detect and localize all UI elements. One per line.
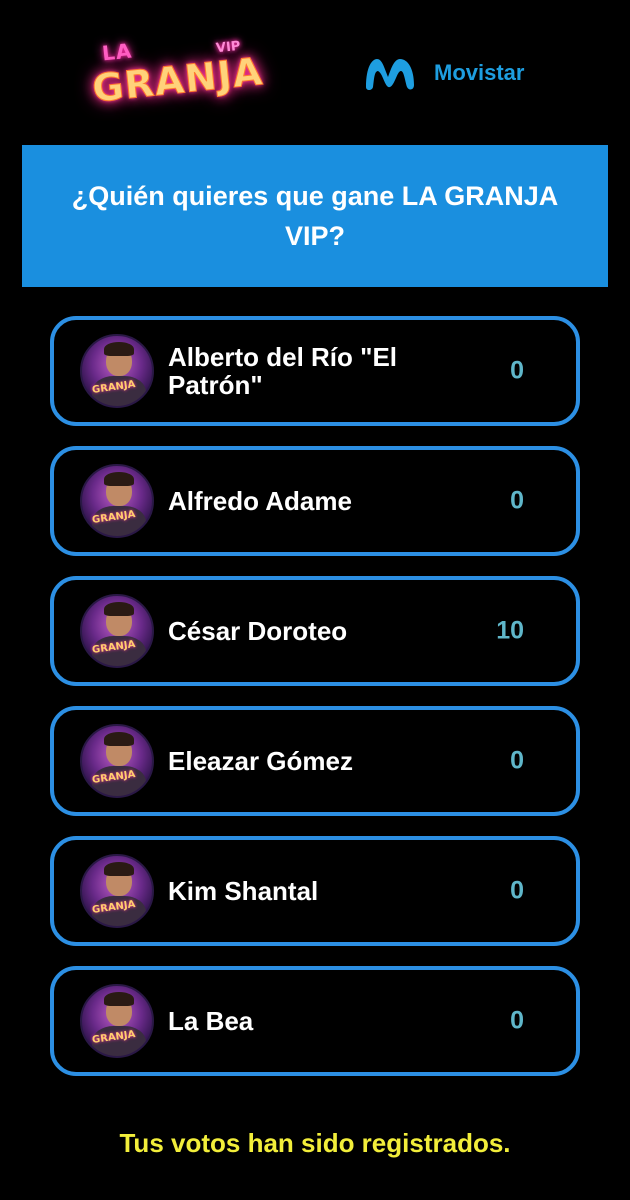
votes-registered-message: Tus votos han sido registrados. — [119, 1128, 511, 1158]
contestant-card[interactable]: GRANJA César Doroteo 10 — [50, 576, 580, 686]
contestant-card[interactable]: GRANJA Alberto del Río "El Patrón" 0 — [50, 316, 580, 426]
contestant-name: Eleazar Gómez — [168, 746, 353, 776]
movistar-logo: Movistar — [362, 52, 524, 94]
question-banner: ¿Quién quieres que gane LA GRANJA VIP? — [22, 145, 608, 287]
contestant-name: Kim Shantal — [168, 876, 319, 906]
contestant-card[interactable]: GRANJA Kim Shantal 0 — [50, 836, 580, 946]
contestant-name: César Doroteo — [168, 616, 348, 646]
logo-la-text: LA — [100, 38, 134, 66]
question-title: ¿Quién quieres que gane LA GRANJA VIP? — [71, 181, 559, 251]
contestant-avatar: GRANJA — [80, 724, 154, 798]
contestant-avatar: GRANJA — [80, 464, 154, 538]
vote-count: 0 — [510, 486, 524, 515]
vote-count: 0 — [510, 356, 524, 385]
contestant-card[interactable]: GRANJA La Bea 0 — [50, 966, 580, 1076]
contestant-name: La Bea — [168, 1006, 254, 1036]
la-granja-vip-logo: LA GRANJA VIP — [88, 38, 266, 114]
contestant-avatar: GRANJA — [80, 854, 154, 928]
movistar-wordmark: Movistar — [434, 60, 525, 85]
contestant-name: Alberto del Río "El Patrón" — [168, 342, 398, 400]
contestant-avatar: GRANJA — [80, 594, 154, 668]
contestant-avatar: GRANJA — [80, 984, 154, 1058]
vote-count: 0 — [510, 876, 524, 905]
contestant-name: Alfredo Adame — [168, 486, 352, 516]
vote-count: 0 — [510, 1006, 524, 1035]
contestant-card[interactable]: GRANJA Alfredo Adame 0 — [50, 446, 580, 556]
contestant-card[interactable]: GRANJA Eleazar Gómez 0 — [50, 706, 580, 816]
movistar-m-icon — [366, 59, 414, 90]
vote-count: 10 — [496, 616, 524, 645]
contestant-avatar: GRANJA — [80, 334, 154, 408]
vote-count: 0 — [510, 746, 524, 775]
header: LA GRANJA VIP Movistar — [0, 0, 630, 145]
contestant-list: GRANJA Alberto del Río "El Patrón" 0 GRA… — [50, 316, 580, 1096]
logo-vip-text: VIP — [215, 38, 242, 57]
